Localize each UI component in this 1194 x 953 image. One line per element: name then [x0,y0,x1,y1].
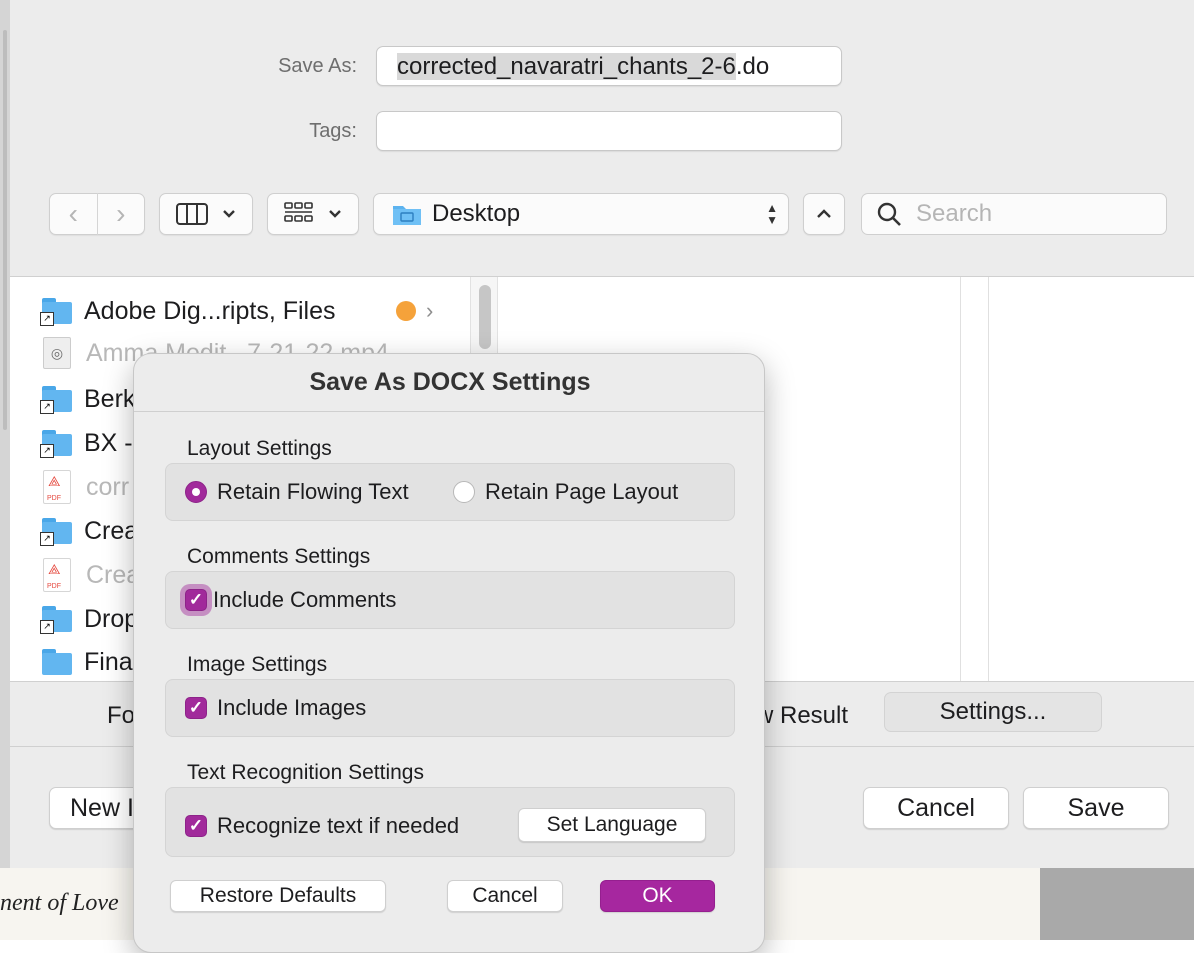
background-document-text: nent of Love [0,890,119,916]
folder-alias-icon: ↗ [40,386,72,414]
comments-settings-heading: Comments Settings [187,545,371,568]
location-label: Desktop [432,200,521,227]
columns-view-icon [176,203,208,225]
search-icon [877,202,901,226]
group-by-button[interactable] [267,193,359,235]
window-edge [0,0,10,868]
chevron-up-icon [817,209,831,218]
settings-button[interactable]: Settings... [884,692,1102,732]
desktop-folder-icon [393,206,421,225]
checkmark-icon: ✓ [185,589,207,611]
file-name: Drop [84,604,139,633]
scrollbar-thumb[interactable] [479,285,491,349]
retain-flowing-text-label: Retain Flowing Text [217,479,409,504]
text-recognition-heading: Text Recognition Settings [187,761,424,784]
panel-cancel-button[interactable]: Cancel [863,787,1009,829]
chevron-left-icon: ‹ [68,198,78,229]
file-name: BX - [84,428,133,457]
radio-selected-icon [185,481,207,503]
filename-selection: corrected_navaratri_chants_2-6 [397,53,736,80]
radio-unselected-icon [453,481,475,503]
ok-button[interactable]: OK [600,880,715,912]
dialog-cancel-button[interactable]: Cancel [447,880,563,912]
view-mode-button[interactable] [159,193,253,235]
folder-alias-icon: ↗ [40,430,72,458]
retain-page-layout-radio[interactable]: Retain Page Layout [453,479,678,505]
orange-tag-icon [396,301,416,321]
folder-alias-icon: ↗ [40,518,72,546]
save-as-label: Save As: [278,55,357,77]
panel-title: Save as PDF [10,0,1194,8]
image-settings-group: ✓ Include Images [165,679,735,737]
include-images-label: Include Images [217,695,367,720]
dialog-title: Save As DOCX Settings [309,368,591,396]
folder-alias-icon: ↗ [40,606,72,634]
location-popup[interactable]: Desktop ▲ ▼ [373,193,789,235]
checkmark-icon: ✓ [185,697,207,719]
format-label: Fo [107,702,136,729]
movie-file-icon: ◎ [43,337,71,369]
docx-settings-dialog: Save As DOCX Settings Layout Settings Re… [133,353,765,953]
pdf-file-icon: ⟁ PDF [43,470,71,504]
grid-icon [284,202,313,222]
comments-settings-group: ✓ Include Comments [165,571,735,629]
include-images-checkbox[interactable]: ✓ Include Images [185,695,366,721]
set-language-button[interactable]: Set Language [518,808,706,842]
panel-save-button[interactable]: Save [1023,787,1169,829]
folder-alias-icon: ↗ [40,298,72,326]
search-input[interactable] [914,199,1158,229]
file-name: Adobe Dig...ripts, Files [84,296,336,325]
tags-label: Tags: [309,120,357,142]
forward-button[interactable]: › [97,193,144,235]
retain-flowing-text-radio[interactable]: Retain Flowing Text [185,479,409,505]
checkmark-icon: ✓ [185,815,207,837]
recognize-text-label: Recognize text if needed [217,813,460,838]
back-button[interactable]: ‹ [50,193,97,235]
restore-defaults-button[interactable]: Restore Defaults [170,880,386,912]
chevron-right-icon: › [426,298,434,323]
file-name: Berk [84,384,136,413]
chevron-right-icon: › [116,198,126,229]
layout-settings-heading: Layout Settings [187,437,332,460]
folder-icon [40,649,72,675]
image-settings-heading: Image Settings [187,653,328,676]
search-field[interactable] [861,193,1167,235]
include-comments-checkbox[interactable]: ✓ Include Comments [185,587,396,613]
filename-field[interactable]: corrected_navaratri_chants_2-6.do [376,46,842,86]
background-document-margin [1040,860,1194,940]
file-name: corr [86,472,130,501]
chevron-down-icon [329,210,341,218]
file-name: Crea [84,516,139,545]
layout-settings-group: Retain Flowing Text Retain Page Layout [165,463,735,521]
chevron-down-icon [223,210,235,218]
recognize-text-checkbox[interactable]: ✓ Recognize text if needed [185,813,459,839]
retain-page-layout-label: Retain Page Layout [485,479,679,504]
collapse-panel-button[interactable] [803,193,845,235]
navigation-group: ‹ › [49,193,145,235]
text-recognition-group: ✓ Recognize text if needed Set Language [165,787,735,857]
updown-chevron-icon: ▲ ▼ [766,201,778,227]
view-result-label[interactable]: w Result [756,702,848,730]
pdf-file-icon: ⟁ PDF [43,558,71,592]
include-comments-label: Include Comments [213,587,397,612]
tags-field[interactable] [376,111,842,151]
file-name: Fina [84,647,133,676]
filename-extension: .do [735,53,770,80]
